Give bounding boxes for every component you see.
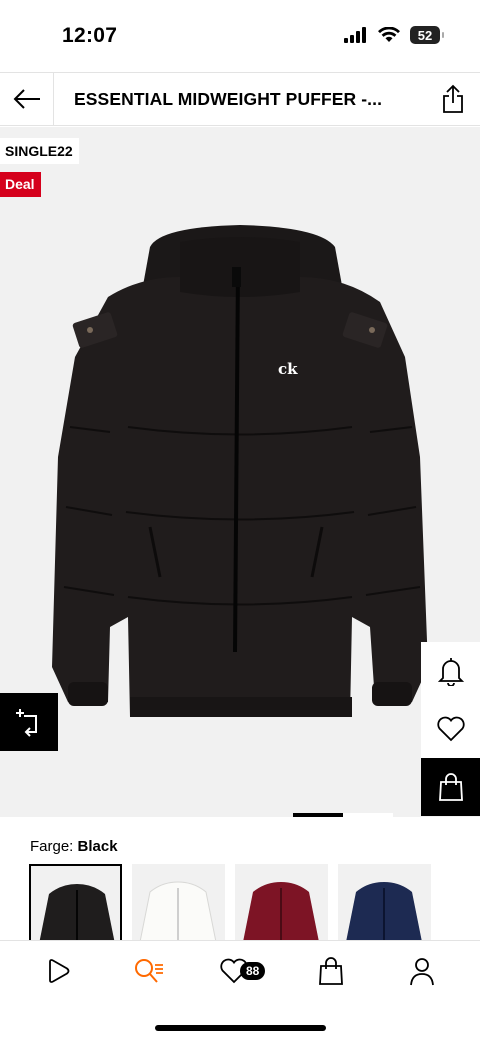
product-image <box>52 225 428 717</box>
home-indicator[interactable] <box>155 1025 326 1031</box>
shopping-bag-icon <box>438 773 463 801</box>
add-to-bag-button[interactable] <box>421 758 480 816</box>
compare-button[interactable] <box>0 693 58 751</box>
wishlist-count-badge: 88 <box>239 962 266 980</box>
back-arrow-icon <box>13 89 40 109</box>
nav-discover[interactable] <box>28 946 88 996</box>
signal-icon <box>344 27 366 43</box>
page-title: ESSENTIAL MIDWEIGHT PUFFER -... <box>74 88 383 109</box>
swatch-navy[interactable] <box>338 864 431 942</box>
color-swatches <box>29 864 431 942</box>
back-button[interactable] <box>0 72 54 126</box>
swatch-black[interactable] <box>29 864 122 942</box>
swatch-image <box>346 882 422 942</box>
swatch-burgundy[interactable] <box>235 864 328 942</box>
wishlist-button[interactable] <box>421 700 480 758</box>
swatch-image <box>139 881 217 942</box>
product-gallery[interactable]: ck SINGLE22 Deal <box>0 127 480 817</box>
swatch-white[interactable] <box>132 864 225 942</box>
header: ESSENTIAL MIDWEIGHT PUFFER -... <box>0 72 480 126</box>
color-label-prefix: Farge: <box>30 838 74 855</box>
selected-color-name: Black <box>77 838 118 855</box>
nav-account[interactable] <box>392 946 452 996</box>
bottom-nav: 88 <box>0 940 480 1041</box>
status-time: 12:07 <box>62 24 118 47</box>
status-bar: 12:07 52 <box>0 0 480 72</box>
promo-code-badge: SINGLE22 <box>0 138 79 164</box>
battery-indicator: 52 <box>410 26 444 44</box>
notify-button[interactable] <box>421 642 480 700</box>
gallery-pager-active <box>293 813 343 817</box>
status-icons: 52 <box>344 26 444 44</box>
wifi-icon <box>378 27 400 42</box>
user-icon <box>410 958 435 986</box>
heart-icon <box>436 716 465 742</box>
battery-level: 52 <box>417 27 433 43</box>
brand-logo: ck <box>278 360 298 378</box>
compare-icon <box>16 709 37 737</box>
nav-bag[interactable] <box>301 946 361 996</box>
color-label: Farge: Black <box>30 838 118 855</box>
play-icon <box>48 959 69 983</box>
nav-wishlist[interactable]: 88 <box>210 946 270 996</box>
bell-icon <box>437 658 464 686</box>
swatch-image <box>243 882 319 942</box>
shopping-bag-icon <box>319 957 344 985</box>
swatch-image <box>39 884 115 940</box>
share-icon <box>443 84 463 113</box>
gallery-pager-next <box>343 813 393 817</box>
deal-badge: Deal <box>0 172 41 197</box>
share-button[interactable] <box>426 72 480 126</box>
nav-search[interactable] <box>119 946 179 996</box>
search-icon <box>134 959 163 983</box>
